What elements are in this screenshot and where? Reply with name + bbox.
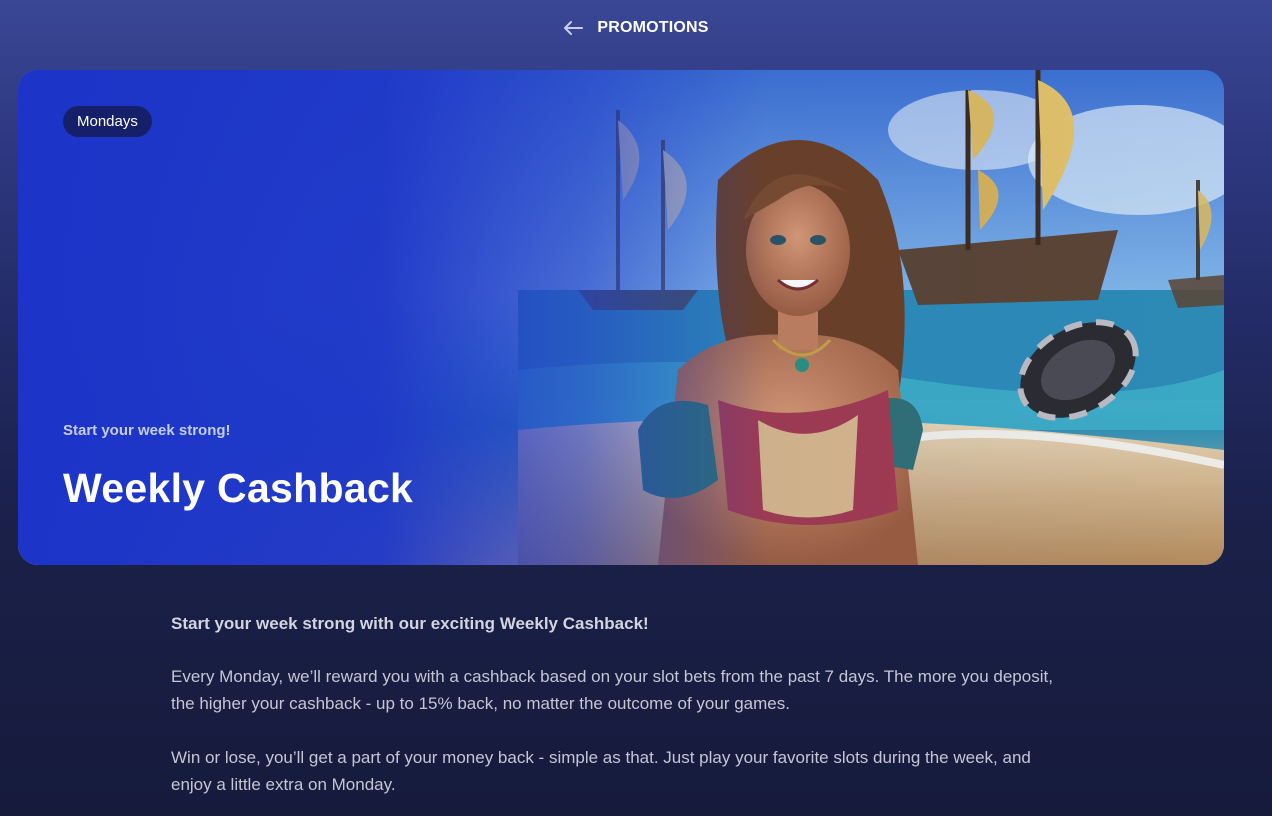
promotion-description: Start your week strong with our exciting…	[171, 610, 1061, 816]
description-intro: Start your week strong with our exciting…	[171, 614, 649, 633]
banner-subtitle: Start your week strong!	[63, 422, 231, 439]
promo-banner: Mondays Start your week strong! Weekly C…	[18, 70, 1224, 565]
top-bar: PROMOTIONS	[0, 0, 1272, 56]
arrow-left-icon	[563, 20, 584, 36]
description-paragraph: Win or lose, you’ll get a part of your m…	[171, 748, 1031, 794]
page-title: PROMOTIONS	[597, 19, 709, 36]
description-paragraph: Every Monday, we’ll reward you with a ca…	[171, 667, 1053, 713]
banner-title: Weekly Cashback	[63, 465, 414, 511]
back-button[interactable]: PROMOTIONS	[563, 19, 708, 37]
day-badge: Mondays	[63, 106, 152, 137]
